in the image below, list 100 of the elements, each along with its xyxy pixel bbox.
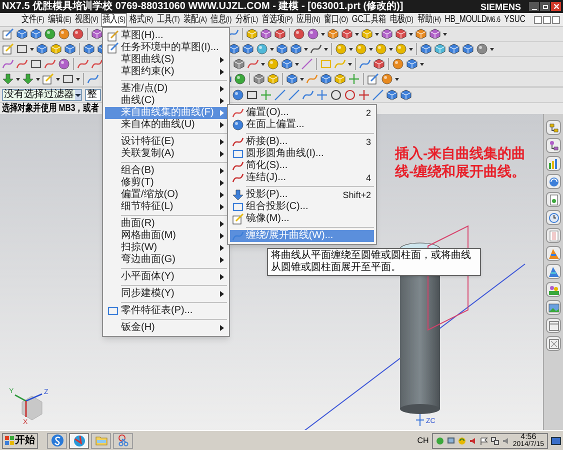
curve-icon[interactable] <box>87 73 99 85</box>
menu-item[interactable]: 格式(R) <box>128 12 155 26</box>
close-button[interactable] <box>551 2 561 11</box>
line-icon[interactable] <box>288 89 300 101</box>
menu-item[interactable]: 同步建模(Y) <box>105 288 227 300</box>
sphere-icon[interactable] <box>267 58 279 70</box>
sphere-icon[interactable] <box>293 28 305 40</box>
sphere-icon[interactable] <box>375 43 387 55</box>
cube-icon[interactable] <box>448 43 460 55</box>
menu-item[interactable]: 编辑(E) <box>46 12 73 26</box>
rectangle-icon[interactable] <box>30 58 42 70</box>
cube-icon[interactable] <box>420 43 432 55</box>
sketch-icon[interactable] <box>42 73 54 85</box>
start-button[interactable]: 开始 <box>2 432 38 448</box>
sphere-icon[interactable] <box>72 28 84 40</box>
speaker-icon[interactable] <box>468 436 477 444</box>
taskbar-button[interactable] <box>69 432 89 448</box>
sphere-icon[interactable] <box>392 58 404 70</box>
caret-icon[interactable] <box>300 78 304 80</box>
sphere-icon[interactable] <box>232 89 244 101</box>
circle-icon[interactable] <box>330 89 342 101</box>
sphere-icon[interactable] <box>256 43 268 55</box>
caret-icon[interactable] <box>76 78 80 80</box>
sphere-icon[interactable] <box>335 43 347 55</box>
cube-icon[interactable] <box>320 73 332 85</box>
cube-icon[interactable] <box>281 58 293 70</box>
caret-icon[interactable] <box>16 78 20 80</box>
cube-icon[interactable] <box>400 89 412 101</box>
cube-icon[interactable] <box>83 43 95 55</box>
cube-icon[interactable] <box>429 28 441 40</box>
sphere-icon[interactable] <box>58 58 70 70</box>
sphere-icon[interactable] <box>44 28 56 40</box>
maximize-button[interactable] <box>540 2 550 11</box>
line-icon[interactable] <box>372 89 384 101</box>
cube-icon[interactable] <box>395 28 407 40</box>
cube-icon[interactable] <box>267 73 279 85</box>
sphere-icon[interactable] <box>234 73 246 85</box>
menu-item[interactable]: 钣金(H) <box>105 322 227 334</box>
caret-icon[interactable] <box>348 62 352 66</box>
cube-icon[interactable] <box>50 43 62 55</box>
cube-icon[interactable] <box>373 58 385 70</box>
menu-item[interactable]: 文件(F) <box>20 12 46 26</box>
menu-item[interactable]: 帮助(H) <box>416 12 442 26</box>
show-desktop-icon[interactable] <box>551 436 561 446</box>
menu-item[interactable]: 镜像(M)... <box>230 213 374 225</box>
menu-item[interactable]: 在面上偏置... <box>230 119 374 131</box>
rectangle-icon[interactable] <box>16 43 28 55</box>
sphere-icon[interactable] <box>476 43 488 55</box>
menu-item[interactable]: 零件特征表(P)... <box>105 305 227 317</box>
cube-icon[interactable] <box>274 28 286 40</box>
menu-item[interactable]: 弯边曲面(G) <box>105 254 227 266</box>
sphere-icon[interactable] <box>381 73 393 85</box>
cube-icon[interactable] <box>286 73 298 85</box>
sphere-icon[interactable] <box>355 43 367 55</box>
sketch-icon[interactable] <box>2 28 14 40</box>
cube-icon[interactable] <box>406 58 418 70</box>
menu-item[interactable]: 投影(P)... Shift+2 <box>230 189 374 201</box>
cube-icon[interactable] <box>91 28 103 40</box>
menu-item[interactable]: 窗口(O) <box>322 12 350 26</box>
taskbar-button[interactable] <box>47 432 67 448</box>
arrow-icon[interactable] <box>2 73 14 85</box>
curve-icon[interactable] <box>44 58 56 70</box>
menu-item[interactable]: 首选项(P) <box>260 12 294 26</box>
cube-icon[interactable] <box>381 28 393 40</box>
caret-icon[interactable] <box>395 78 399 80</box>
arrow-icon[interactable] <box>22 73 34 85</box>
rectangle-icon[interactable] <box>62 73 74 85</box>
cube-icon[interactable] <box>242 43 254 55</box>
menu-item[interactable]: 偏置(O)... 2 <box>230 107 374 119</box>
resource-tab[interactable] <box>546 210 561 225</box>
menu-item[interactable]: GC工具箱 <box>350 12 388 26</box>
cube-icon[interactable] <box>253 73 265 85</box>
taskbar-button[interactable] <box>113 432 133 448</box>
caret-icon[interactable] <box>56 78 60 80</box>
menu-item[interactable]: 草图(H)... <box>105 30 227 42</box>
sphere-icon[interactable] <box>307 28 319 40</box>
menu-item[interactable]: 信息(I) <box>209 12 234 26</box>
menu-item[interactable]: 草图曲线(S) <box>105 54 227 66</box>
refresh-icon[interactable] <box>458 436 466 444</box>
cube-icon[interactable] <box>64 43 76 55</box>
language-indicator[interactable]: CH <box>417 436 429 444</box>
caret-icon[interactable] <box>324 48 328 50</box>
rectangle-icon[interactable] <box>246 89 258 101</box>
menu-item[interactable]: 小平面体(Y) <box>105 271 227 283</box>
menu-item[interactable]: YSUC <box>502 12 527 26</box>
curve-icon[interactable] <box>77 58 89 70</box>
menu-item[interactable]: HB_MOULDM6.6 <box>443 12 502 26</box>
caret-icon[interactable] <box>304 48 308 50</box>
menu-item[interactable]: 组合投影(C)... <box>230 201 374 213</box>
menu-item[interactable]: 圆形圆角曲线(I)... <box>230 148 374 160</box>
cube-icon[interactable] <box>386 89 398 101</box>
menu-item[interactable]: 基准/点(D) <box>105 83 227 95</box>
curve-icon[interactable] <box>16 58 28 70</box>
flag-icon[interactable] <box>480 436 488 444</box>
caret-icon[interactable] <box>420 62 424 66</box>
resource-tab[interactable] <box>546 138 561 153</box>
circle-icon[interactable] <box>344 89 356 101</box>
caret-icon[interactable] <box>490 48 494 50</box>
menu-item[interactable]: 桥接(B)... 3 <box>230 136 374 148</box>
sketch-icon[interactable] <box>367 73 379 85</box>
